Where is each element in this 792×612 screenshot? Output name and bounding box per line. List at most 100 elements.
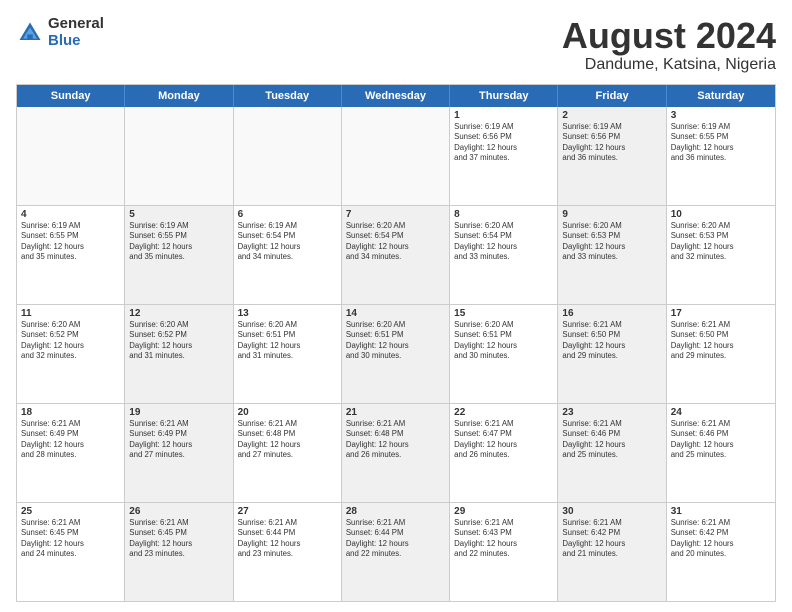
- day-number: 13: [238, 308, 337, 319]
- calendar-header-day: Monday: [125, 85, 233, 107]
- subtitle: Dandume, Katsina, Nigeria: [562, 56, 776, 74]
- calendar: SundayMondayTuesdayWednesdayThursdayFrid…: [16, 84, 776, 602]
- day-info: Sunrise: 6:21 AM Sunset: 6:42 PM Dayligh…: [671, 518, 771, 560]
- day-number: 2: [562, 110, 661, 121]
- calendar-empty-cell: [125, 107, 233, 205]
- day-number: 10: [671, 209, 771, 220]
- logo-icon: [16, 19, 44, 47]
- calendar-header-day: Friday: [558, 85, 666, 107]
- logo: General Blue: [16, 16, 104, 49]
- day-number: 15: [454, 308, 553, 319]
- day-info: Sunrise: 6:21 AM Sunset: 6:46 PM Dayligh…: [671, 419, 771, 461]
- calendar-day-cell: 29Sunrise: 6:21 AM Sunset: 6:43 PM Dayli…: [450, 503, 558, 601]
- day-number: 16: [562, 308, 661, 319]
- day-number: 12: [129, 308, 228, 319]
- calendar-day-cell: 4Sunrise: 6:19 AM Sunset: 6:55 PM Daylig…: [17, 206, 125, 304]
- calendar-header: SundayMondayTuesdayWednesdayThursdayFrid…: [17, 85, 775, 107]
- day-info: Sunrise: 6:21 AM Sunset: 6:42 PM Dayligh…: [562, 518, 661, 560]
- calendar-day-cell: 13Sunrise: 6:20 AM Sunset: 6:51 PM Dayli…: [234, 305, 342, 403]
- calendar-day-cell: 11Sunrise: 6:20 AM Sunset: 6:52 PM Dayli…: [17, 305, 125, 403]
- calendar-day-cell: 20Sunrise: 6:21 AM Sunset: 6:48 PM Dayli…: [234, 404, 342, 502]
- day-info: Sunrise: 6:20 AM Sunset: 6:52 PM Dayligh…: [129, 320, 228, 362]
- calendar-header-day: Thursday: [450, 85, 558, 107]
- day-info: Sunrise: 6:21 AM Sunset: 6:47 PM Dayligh…: [454, 419, 553, 461]
- day-info: Sunrise: 6:20 AM Sunset: 6:53 PM Dayligh…: [671, 221, 771, 263]
- day-info: Sunrise: 6:21 AM Sunset: 6:48 PM Dayligh…: [346, 419, 445, 461]
- day-number: 27: [238, 506, 337, 517]
- day-info: Sunrise: 6:19 AM Sunset: 6:55 PM Dayligh…: [129, 221, 228, 263]
- calendar-day-cell: 21Sunrise: 6:21 AM Sunset: 6:48 PM Dayli…: [342, 404, 450, 502]
- calendar-day-cell: 24Sunrise: 6:21 AM Sunset: 6:46 PM Dayli…: [667, 404, 775, 502]
- day-info: Sunrise: 6:19 AM Sunset: 6:56 PM Dayligh…: [562, 122, 661, 164]
- day-info: Sunrise: 6:20 AM Sunset: 6:54 PM Dayligh…: [454, 221, 553, 263]
- calendar-day-cell: 22Sunrise: 6:21 AM Sunset: 6:47 PM Dayli…: [450, 404, 558, 502]
- calendar-body: 1 Sunrise: 6:19 AM Sunset: 6:56 PM Daylig…: [17, 107, 775, 601]
- calendar-day-cell: 6Sunrise: 6:19 AM Sunset: 6:54 PM Daylig…: [234, 206, 342, 304]
- day-number: 9: [562, 209, 661, 220]
- day-info: Sunrise: 6:20 AM Sunset: 6:51 PM Dayligh…: [238, 320, 337, 362]
- calendar-day-cell: 26Sunrise: 6:21 AM Sunset: 6:45 PM Dayli…: [125, 503, 233, 601]
- day-number: 4: [21, 209, 120, 220]
- day-number: 1: [454, 110, 553, 121]
- day-info: Sunrise: 6:21 AM Sunset: 6:44 PM Dayligh…: [346, 518, 445, 560]
- calendar-day-cell: 25Sunrise: 6:21 AM Sunset: 6:45 PM Dayli…: [17, 503, 125, 601]
- calendar-day-cell: 10Sunrise: 6:20 AM Sunset: 6:53 PM Dayli…: [667, 206, 775, 304]
- day-number: 17: [671, 308, 771, 319]
- calendar-empty-cell: [17, 107, 125, 205]
- day-number: 30: [562, 506, 661, 517]
- day-info: Sunrise: 6:21 AM Sunset: 6:46 PM Dayligh…: [562, 419, 661, 461]
- day-info: Sunrise: 6:21 AM Sunset: 6:49 PM Dayligh…: [21, 419, 120, 461]
- day-number: 19: [129, 407, 228, 418]
- day-number: 18: [21, 407, 120, 418]
- calendar-day-cell: 18Sunrise: 6:21 AM Sunset: 6:49 PM Dayli…: [17, 404, 125, 502]
- calendar-header-day: Saturday: [667, 85, 775, 107]
- logo-blue: Blue: [48, 33, 104, 50]
- calendar-header-day: Tuesday: [234, 85, 342, 107]
- calendar-day-cell: 28Sunrise: 6:21 AM Sunset: 6:44 PM Dayli…: [342, 503, 450, 601]
- calendar-day-cell: 23Sunrise: 6:21 AM Sunset: 6:46 PM Dayli…: [558, 404, 666, 502]
- calendar-week-row: 11Sunrise: 6:20 AM Sunset: 6:52 PM Dayli…: [17, 304, 775, 403]
- day-info: Sunrise: 6:21 AM Sunset: 6:49 PM Dayligh…: [129, 419, 228, 461]
- day-info: Sunrise: 6:19 AM Sunset: 6:55 PM Dayligh…: [21, 221, 120, 263]
- day-number: 3: [671, 110, 771, 121]
- day-number: 8: [454, 209, 553, 220]
- day-info: Sunrise: 6:21 AM Sunset: 6:50 PM Dayligh…: [562, 320, 661, 362]
- day-number: 25: [21, 506, 120, 517]
- day-info: Sunrise: 6:19 AM Sunset: 6:55 PM Dayligh…: [671, 122, 771, 164]
- calendar-day-cell: 27Sunrise: 6:21 AM Sunset: 6:44 PM Dayli…: [234, 503, 342, 601]
- calendar-day-cell: 30Sunrise: 6:21 AM Sunset: 6:42 PM Dayli…: [558, 503, 666, 601]
- day-info: Sunrise: 6:21 AM Sunset: 6:50 PM Dayligh…: [671, 320, 771, 362]
- day-info: Sunrise: 6:20 AM Sunset: 6:52 PM Dayligh…: [21, 320, 120, 362]
- title-area: August 2024 Dandume, Katsina, Nigeria: [562, 16, 776, 74]
- calendar-header-day: Wednesday: [342, 85, 450, 107]
- day-number: 31: [671, 506, 771, 517]
- logo-general: General: [48, 16, 104, 33]
- calendar-header-day: Sunday: [17, 85, 125, 107]
- calendar-day-cell: 16Sunrise: 6:21 AM Sunset: 6:50 PM Dayli…: [558, 305, 666, 403]
- calendar-empty-cell: [342, 107, 450, 205]
- day-info: Sunrise: 6:20 AM Sunset: 6:53 PM Dayligh…: [562, 221, 661, 263]
- day-number: 24: [671, 407, 771, 418]
- calendar-day-cell: 14Sunrise: 6:20 AM Sunset: 6:51 PM Dayli…: [342, 305, 450, 403]
- day-number: 22: [454, 407, 553, 418]
- day-info: Sunrise: 6:20 AM Sunset: 6:54 PM Dayligh…: [346, 221, 445, 263]
- day-number: 26: [129, 506, 228, 517]
- day-info: Sunrise: 6:20 AM Sunset: 6:51 PM Dayligh…: [454, 320, 553, 362]
- calendar-week-row: 18Sunrise: 6:21 AM Sunset: 6:49 PM Dayli…: [17, 403, 775, 502]
- main-container: General Blue August 2024 Dandume, Katsin…: [0, 0, 792, 612]
- day-number: 23: [562, 407, 661, 418]
- day-info: Sunrise: 6:21 AM Sunset: 6:45 PM Dayligh…: [129, 518, 228, 560]
- page-header: General Blue August 2024 Dandume, Katsin…: [16, 16, 776, 74]
- day-info: Sunrise: 6:21 AM Sunset: 6:45 PM Dayligh…: [21, 518, 120, 560]
- calendar-day-cell: 5Sunrise: 6:19 AM Sunset: 6:55 PM Daylig…: [125, 206, 233, 304]
- calendar-day-cell: 9Sunrise: 6:20 AM Sunset: 6:53 PM Daylig…: [558, 206, 666, 304]
- day-number: 29: [454, 506, 553, 517]
- day-number: 14: [346, 308, 445, 319]
- day-number: 20: [238, 407, 337, 418]
- day-number: 11: [21, 308, 120, 319]
- day-info: Sunrise: 6:20 AM Sunset: 6:51 PM Dayligh…: [346, 320, 445, 362]
- day-number: 5: [129, 209, 228, 220]
- calendar-day-cell: 15Sunrise: 6:20 AM Sunset: 6:51 PM Dayli…: [450, 305, 558, 403]
- day-info: Sunrise: 6:21 AM Sunset: 6:44 PM Dayligh…: [238, 518, 337, 560]
- day-info: Sunrise: 6:19 AM Sunset: 6:54 PM Dayligh…: [238, 221, 337, 263]
